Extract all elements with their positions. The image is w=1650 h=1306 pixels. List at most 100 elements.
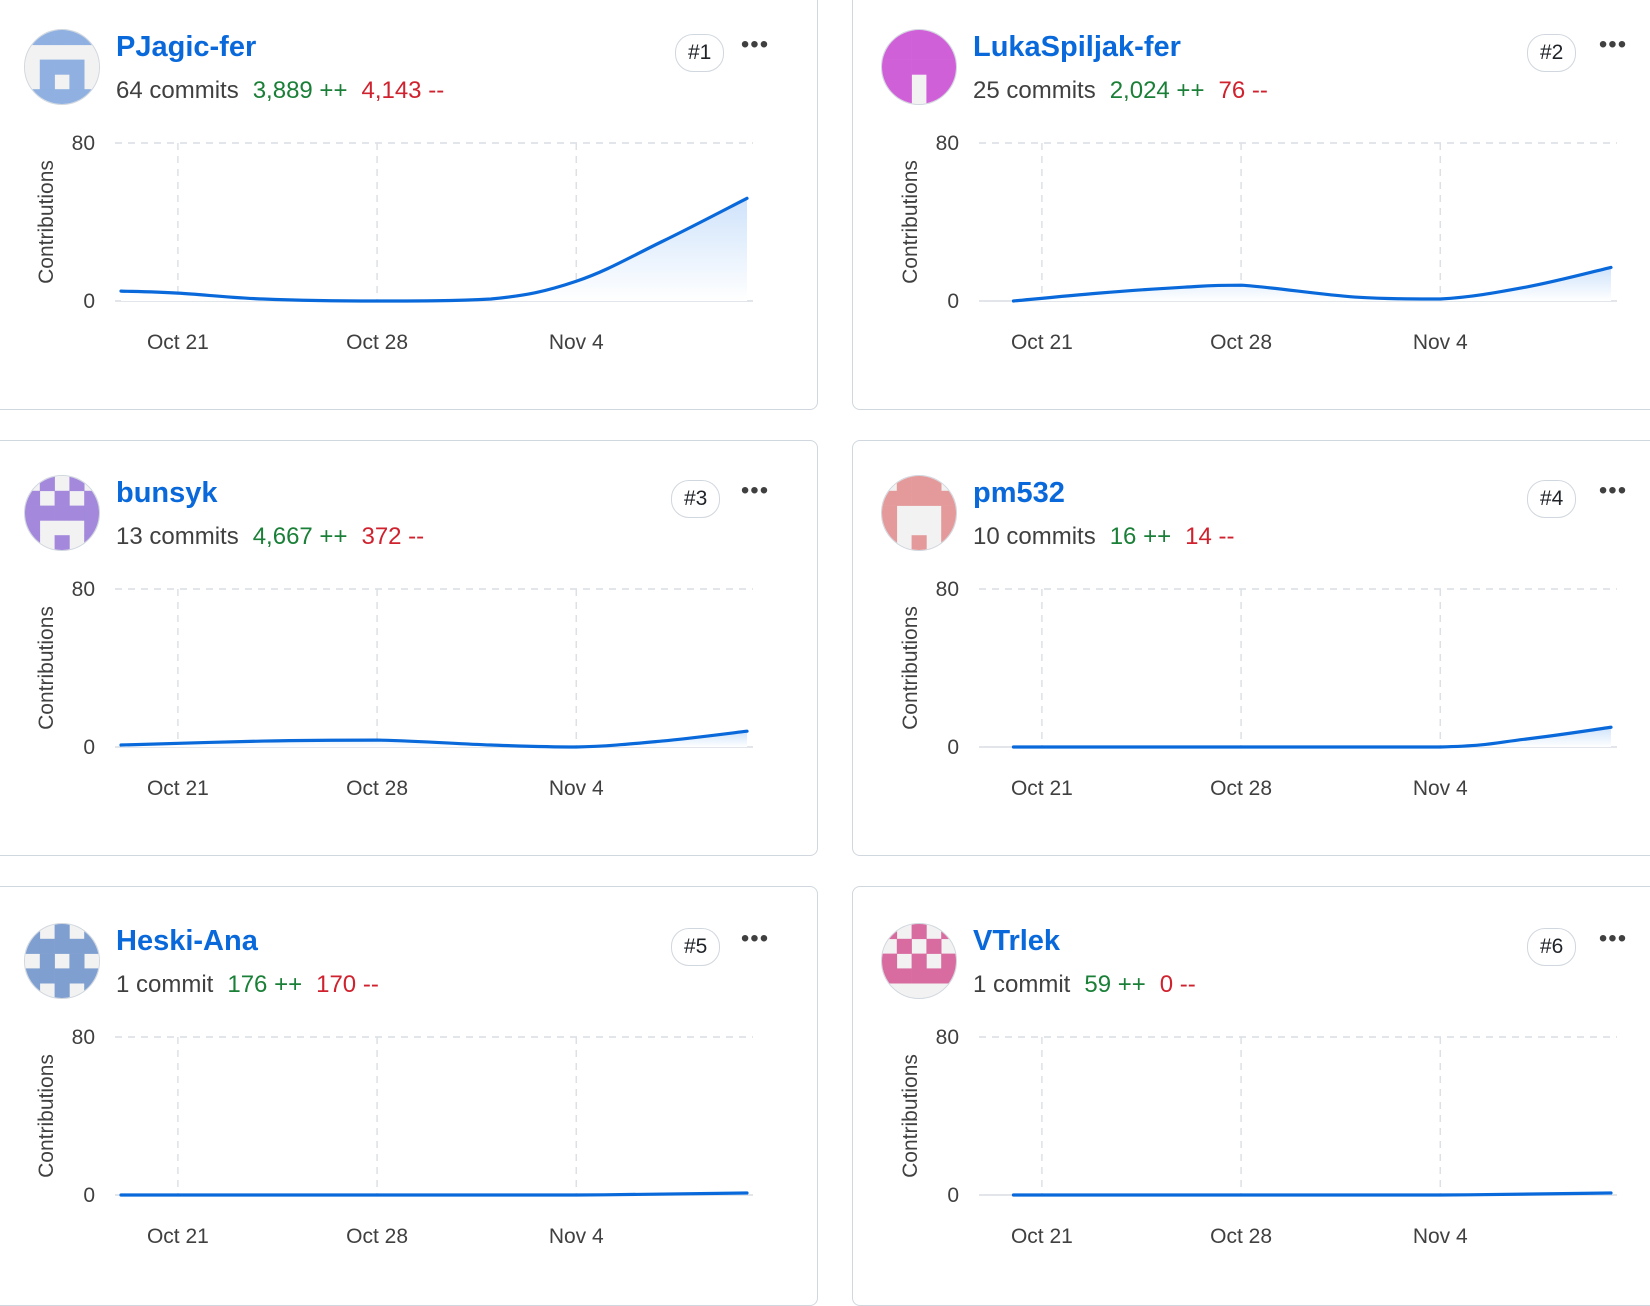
rank-badge: #2 — [1527, 34, 1577, 72]
additions-count: 176 ++ — [227, 971, 303, 998]
contribution-area — [1013, 727, 1611, 747]
rank-badge: #1 — [675, 34, 725, 72]
contributor-stats: 64 commits 3,889 ++ 4,143 -- — [116, 77, 444, 105]
contributor-username-link[interactable]: PJagic-fer — [116, 31, 256, 64]
deletions-count: 14 -- — [1185, 523, 1235, 550]
contributor-username-link[interactable]: VTrlek — [973, 925, 1060, 958]
x-tick-label: Oct 28 — [1210, 1225, 1272, 1248]
contributor-card: LukaSpiljak-fer 25 commits 2,024 ++ 76 -- … — [852, 0, 1650, 410]
y-tick-label: 0 — [83, 1184, 95, 1207]
commit-count: 1 commit — [973, 971, 1071, 998]
more-options-button[interactable]: ••• — [1593, 33, 1633, 67]
more-options-button[interactable]: ••• — [735, 33, 775, 67]
commit-count: 64 commits — [116, 77, 239, 104]
avatar[interactable] — [881, 29, 957, 105]
avatar[interactable] — [24, 923, 100, 999]
y-axis-label: Contributions — [35, 160, 58, 284]
avatar[interactable] — [24, 29, 100, 105]
x-tick-label: Nov 4 — [1413, 777, 1468, 800]
x-tick-label: Oct 21 — [147, 1225, 209, 1248]
y-tick-label: 80 — [936, 578, 959, 601]
y-axis-label: Contributions — [35, 1054, 58, 1178]
contributor-card: bunsyk 13 commits 4,667 ++ 372 -- #3 ••• C… — [0, 440, 818, 856]
additions-count: 16 ++ — [1109, 523, 1172, 550]
contributor-stats: 25 commits 2,024 ++ 76 -- — [973, 77, 1268, 105]
x-tick-label: Oct 28 — [1210, 331, 1272, 354]
identicon-avatar-icon — [25, 476, 99, 550]
y-tick-label: 0 — [947, 736, 959, 759]
y-axis-label: Contributions — [899, 1054, 922, 1178]
deletions-count: 170 -- — [316, 971, 379, 998]
contribution-chart: Contributions 80 0 Oct 21 Oct 28 Nov 4 — [899, 132, 1617, 354]
x-tick-label: Nov 4 — [1413, 331, 1468, 354]
x-tick-label: Oct 21 — [1011, 1225, 1073, 1248]
commit-count: 13 commits — [116, 523, 239, 550]
more-options-button[interactable]: ••• — [735, 479, 775, 513]
deletions-count: 0 -- — [1159, 971, 1196, 998]
additions-count: 2,024 ++ — [1109, 77, 1205, 104]
x-tick-label: Nov 4 — [549, 1225, 604, 1248]
additions-count: 59 ++ — [1084, 971, 1146, 998]
y-tick-label: 80 — [72, 1026, 95, 1049]
y-tick-label: 80 — [936, 132, 959, 155]
rank-badge: #4 — [1527, 480, 1577, 518]
contributor-stats: 10 commits 16 ++ 14 -- — [973, 523, 1234, 551]
x-tick-label: Nov 4 — [1413, 1225, 1468, 1248]
x-tick-label: Nov 4 — [549, 331, 604, 354]
x-tick-label: Oct 28 — [346, 777, 408, 800]
y-tick-label: 0 — [947, 290, 959, 313]
x-tick-label: Nov 4 — [549, 777, 604, 800]
contribution-area — [1013, 267, 1611, 301]
deletions-count: 372 -- — [361, 523, 425, 550]
x-tick-label: Oct 21 — [147, 331, 209, 354]
contributor-username-link[interactable]: LukaSpiljak-fer — [973, 31, 1181, 64]
avatar[interactable] — [881, 923, 957, 999]
rank-badge: #6 — [1527, 928, 1577, 966]
contributor-username-link[interactable]: pm532 — [973, 477, 1065, 510]
avatar[interactable] — [24, 475, 100, 551]
contributor-card: VTrlek 1 commit 59 ++ 0 -- #6 ••• Contribu… — [852, 886, 1650, 1306]
contribution-line — [1011, 1191, 1613, 1197]
x-tick-label: Oct 28 — [346, 1225, 408, 1248]
contribution-chart: Contributions 80 0 Oct 21 Oct 28 Nov 4 — [899, 578, 1617, 800]
identicon-avatar-icon — [882, 476, 956, 550]
contributor-username-link[interactable]: bunsyk — [116, 477, 218, 510]
x-tick-label: Oct 21 — [147, 777, 209, 800]
contribution-area — [121, 198, 747, 301]
additions-count: 4,667 ++ — [252, 523, 348, 550]
y-tick-label: 0 — [83, 736, 95, 759]
commit-count: 10 commits — [973, 523, 1096, 550]
contributor-card: PJagic-fer 64 commits 3,889 ++ 4,143 -- #1… — [0, 0, 818, 410]
x-tick-label: Oct 21 — [1011, 331, 1073, 354]
contributor-stats: 13 commits 4,667 ++ 372 -- — [116, 523, 424, 551]
avatar[interactable] — [881, 475, 957, 551]
commit-count: 25 commits — [973, 77, 1096, 104]
contributor-stats: 1 commit 59 ++ 0 -- — [973, 971, 1196, 999]
y-tick-label: 80 — [72, 578, 95, 601]
rank-badge: #5 — [671, 928, 721, 966]
more-options-button[interactable]: ••• — [1593, 479, 1633, 513]
identicon-avatar-icon — [25, 30, 99, 104]
deletions-count: 4,143 -- — [361, 77, 445, 104]
contribution-area — [121, 731, 747, 747]
y-tick-label: 0 — [83, 290, 95, 313]
contribution-chart: Contributions 80 0 Oct 21 Oct 28 Nov 4 — [35, 132, 753, 354]
identicon-avatar-icon — [882, 30, 956, 104]
contributor-username-link[interactable]: Heski-Ana — [116, 925, 258, 958]
rank-badge: #3 — [671, 480, 721, 518]
more-options-button[interactable]: ••• — [1593, 927, 1633, 961]
y-tick-label: 0 — [947, 1184, 959, 1207]
contributor-card: Heski-Ana 1 commit 176 ++ 170 -- #5 ••• Co… — [0, 886, 818, 1306]
identicon-avatar-icon — [882, 924, 956, 998]
y-axis-label: Contributions — [35, 606, 58, 730]
x-tick-label: Oct 28 — [1210, 777, 1272, 800]
identicon-avatar-icon — [25, 924, 99, 998]
more-options-button[interactable]: ••• — [735, 927, 775, 961]
contribution-chart: Contributions 80 0 Oct 21 Oct 28 Nov 4 — [899, 1026, 1617, 1248]
y-axis-label: Contributions — [899, 606, 922, 730]
contribution-line — [119, 1191, 749, 1197]
contributor-card: pm532 10 commits 16 ++ 14 -- #4 ••• Contri… — [852, 440, 1650, 856]
y-tick-label: 80 — [936, 1026, 959, 1049]
deletions-count: 76 -- — [1218, 77, 1268, 104]
y-axis-label: Contributions — [899, 160, 922, 284]
